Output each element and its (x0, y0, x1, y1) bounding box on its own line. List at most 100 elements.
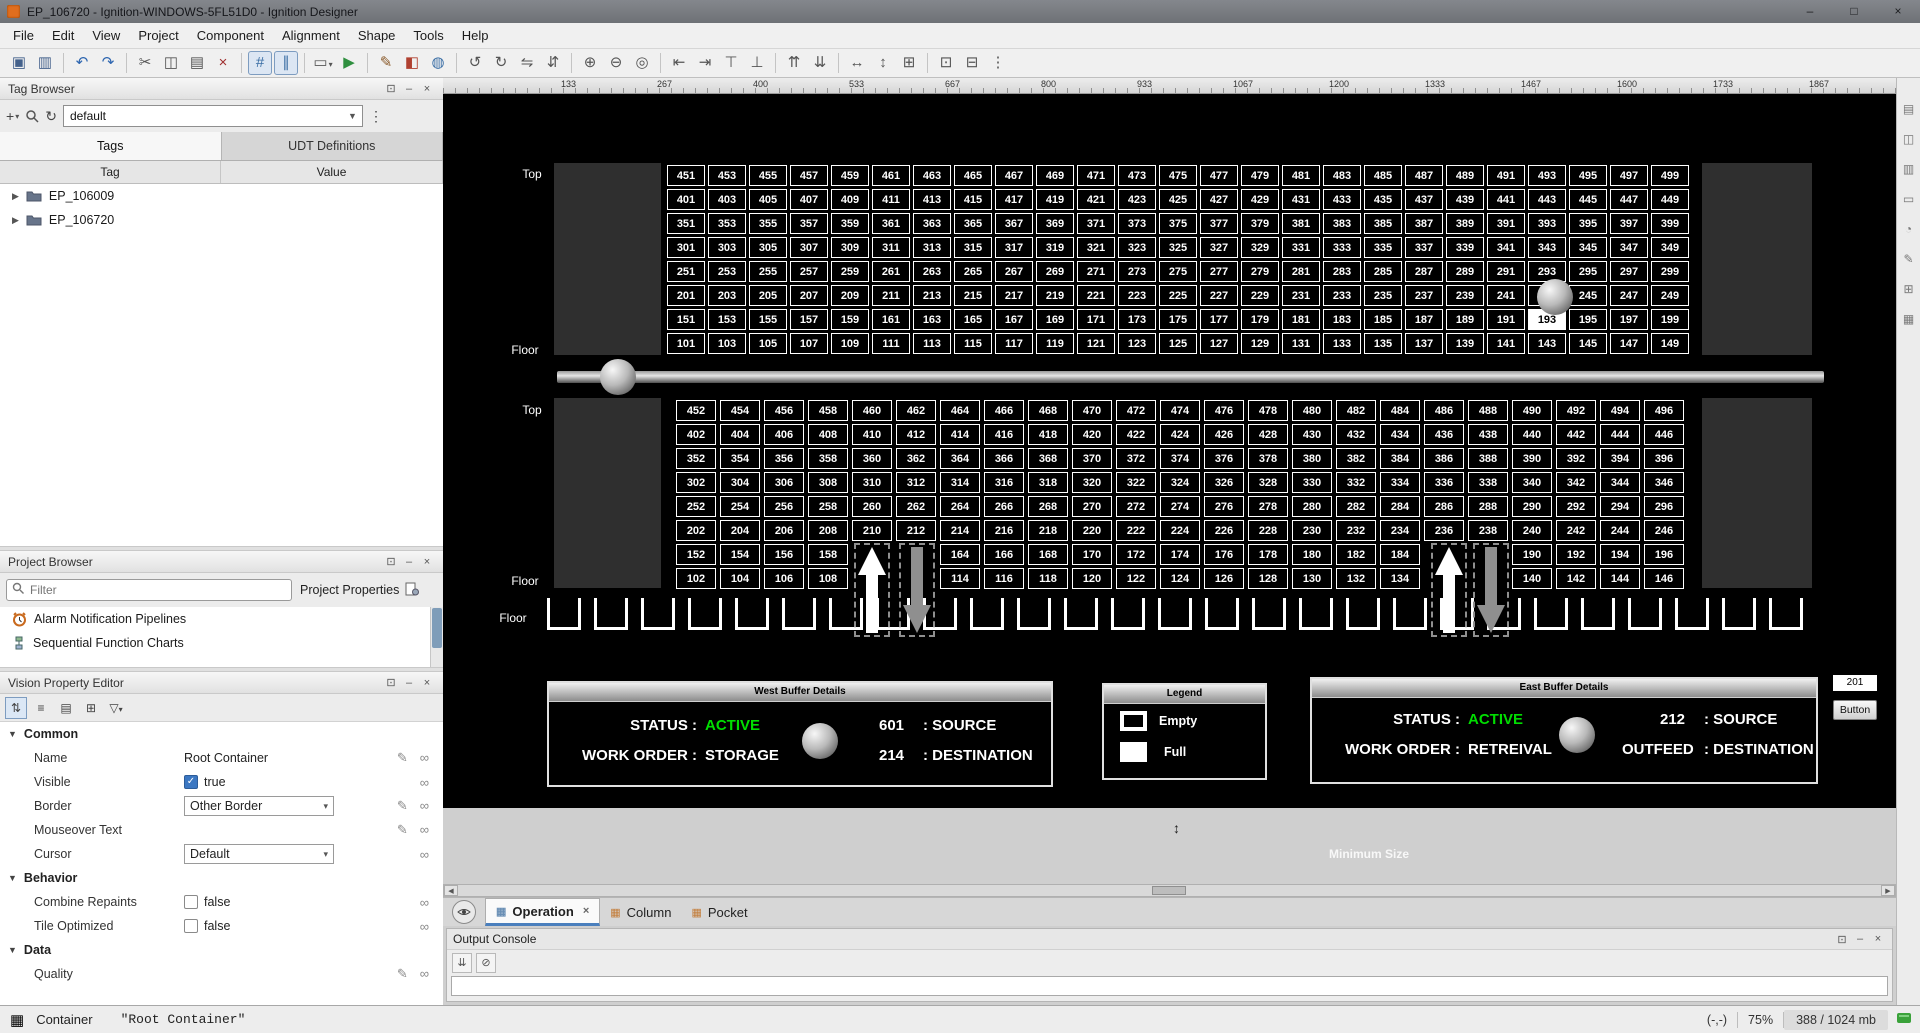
storage-cell[interactable]: 464 (940, 400, 980, 421)
align-right-icon[interactable]: ⇥ (693, 51, 717, 75)
more-tools-icon[interactable]: ⋮ (986, 51, 1010, 75)
storage-cell[interactable]: 460 (852, 400, 892, 421)
storage-cell[interactable]: 214 (940, 520, 980, 541)
pocket-shape[interactable] (1205, 598, 1239, 630)
storage-cell[interactable]: 183 (1323, 309, 1361, 330)
storage-cell[interactable]: 366 (984, 448, 1024, 469)
storage-cell[interactable]: 390 (1512, 448, 1552, 469)
collapsed-dock-tab-icon[interactable]: ▭ (1900, 190, 1918, 208)
storage-cell[interactable]: 256 (764, 496, 804, 517)
storage-cell[interactable]: 469 (1036, 165, 1074, 186)
storage-cell[interactable]: 245 (1569, 285, 1607, 306)
storage-cell[interactable]: 404 (720, 424, 760, 445)
property-section[interactable]: ▼ Behavior (0, 866, 443, 890)
storage-cell[interactable]: 128 (1248, 568, 1288, 589)
storage-cell[interactable]: 210 (852, 520, 892, 541)
storage-cell[interactable]: 130 (1292, 568, 1332, 589)
pocket-shape[interactable] (1252, 598, 1286, 630)
storage-cell[interactable]: 247 (1610, 285, 1648, 306)
storage-cell[interactable]: 418 (1028, 424, 1068, 445)
property-link-icon[interactable]: ∞ (420, 966, 429, 982)
paste-icon[interactable]: ▤ (185, 51, 209, 75)
edit-binding-icon[interactable]: ✎ (397, 822, 408, 838)
property-value[interactable]: Other Border ▾ (184, 796, 362, 816)
storage-cell[interactable]: 137 (1405, 333, 1443, 354)
storage-cell[interactable]: 122 (1116, 568, 1156, 589)
storage-cell[interactable]: 449 (1651, 189, 1689, 210)
storage-cell[interactable]: 272 (1116, 496, 1156, 517)
storage-cell[interactable]: 334 (1380, 472, 1420, 493)
checkbox[interactable] (184, 895, 198, 909)
storage-cell[interactable]: 441 (1487, 189, 1525, 210)
property-link-icon[interactable]: ∞ (420, 750, 429, 766)
collapsed-dock-tab-icon[interactable]: ▤ (1900, 100, 1918, 118)
storage-cell[interactable]: 402 (676, 424, 716, 445)
shape-rectangle-icon[interactable]: ▭▾ (311, 51, 335, 75)
pocket-shape[interactable] (641, 598, 675, 630)
storage-cell[interactable]: 447 (1610, 189, 1648, 210)
storage-cell[interactable]: 433 (1323, 189, 1361, 210)
menu-shape[interactable]: Shape (349, 23, 405, 48)
storage-cell[interactable]: 233 (1323, 285, 1361, 306)
storage-cell[interactable]: 314 (940, 472, 980, 493)
storage-cell[interactable]: 341 (1487, 237, 1525, 258)
save-all-icon[interactable]: ▥ (33, 51, 57, 75)
storage-cell[interactable]: 444 (1600, 424, 1640, 445)
storage-cell[interactable]: 215 (954, 285, 992, 306)
align-left-icon[interactable]: ⇤ (667, 51, 691, 75)
app-icon[interactable] (7, 5, 20, 18)
storage-cell[interactable]: 422 (1116, 424, 1156, 445)
storage-cell[interactable]: 292 (1556, 496, 1596, 517)
snap-to-guides-icon[interactable]: ∥ (274, 51, 298, 75)
storage-cell[interactable]: 392 (1556, 448, 1596, 469)
storage-cell[interactable]: 239 (1446, 285, 1484, 306)
storage-cell[interactable]: 488 (1468, 400, 1508, 421)
storage-cell[interactable]: 372 (1116, 448, 1156, 469)
storage-cell[interactable]: 353 (708, 213, 746, 234)
storage-cell[interactable]: 299 (1651, 261, 1689, 282)
distribute-horizontal-icon[interactable]: ↔ (845, 51, 869, 75)
undo-icon[interactable]: ↶ (70, 51, 94, 75)
storage-cell[interactable]: 375 (1159, 213, 1197, 234)
storage-cell[interactable]: 277 (1200, 261, 1238, 282)
storage-cell[interactable]: 311 (872, 237, 910, 258)
view-tab-pocket[interactable]: ▦ Pocket (681, 898, 757, 926)
pocket-shape[interactable] (1769, 598, 1803, 630)
cut-icon[interactable]: ✂ (133, 51, 157, 75)
storage-cell[interactable]: 149 (1651, 333, 1689, 354)
storage-cell[interactable]: 241 (1487, 285, 1525, 306)
storage-cell[interactable]: 484 (1380, 400, 1420, 421)
horizontal-scrollbar[interactable]: ◀ ▶ (443, 884, 1896, 897)
close-panel-icon[interactable]: × (419, 677, 435, 689)
storage-cell[interactable]: 296 (1644, 496, 1684, 517)
storage-cell[interactable]: 261 (872, 261, 910, 282)
storage-cell[interactable]: 435 (1364, 189, 1402, 210)
storage-cell[interactable]: 381 (1282, 213, 1320, 234)
zoom-fit-icon[interactable]: ◎ (630, 51, 654, 75)
storage-cell[interactable]: 312 (896, 472, 936, 493)
storage-cell[interactable]: 411 (872, 189, 910, 210)
collapsed-dock-tab-icon[interactable]: ◫ (1900, 130, 1918, 148)
view-tab-column[interactable]: ▦ Column (600, 898, 681, 926)
storage-cell[interactable]: 231 (1282, 285, 1320, 306)
storage-cell[interactable]: 454 (720, 400, 760, 421)
storage-cell[interactable]: 255 (749, 261, 787, 282)
storage-cell[interactable]: 409 (831, 189, 869, 210)
storage-cell[interactable]: 307 (790, 237, 828, 258)
storage-cell[interactable]: 213 (913, 285, 951, 306)
storage-cell[interactable]: 146 (1644, 568, 1684, 589)
storage-cell[interactable]: 496 (1644, 400, 1684, 421)
shuttle-rail[interactable] (557, 371, 1824, 383)
distribute-vertical-icon[interactable]: ↕ (871, 51, 895, 75)
storage-cell[interactable]: 143 (1528, 333, 1566, 354)
console-output[interactable] (451, 976, 1888, 996)
storage-cell[interactable]: 202 (676, 520, 716, 541)
add-tag-button[interactable]: + ▾ (6, 108, 19, 124)
pocket-shape[interactable] (1534, 598, 1568, 630)
pocket-shape[interactable] (688, 598, 722, 630)
zoom-level[interactable]: 75% (1738, 1013, 1783, 1027)
storage-cell[interactable]: 351 (667, 213, 705, 234)
storage-cell[interactable]: 101 (667, 333, 705, 354)
more-options-icon[interactable]: ⋮ (369, 108, 383, 125)
storage-cell[interactable]: 223 (1118, 285, 1156, 306)
